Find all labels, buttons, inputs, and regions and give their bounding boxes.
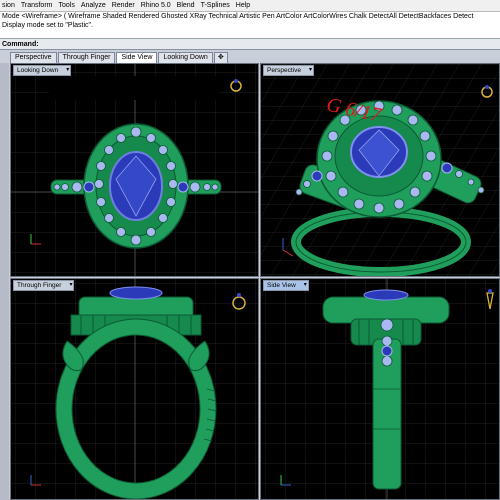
menu-item[interactable]: Tools — [56, 2, 78, 9]
menu-item[interactable]: Blend — [175, 2, 199, 9]
command-prompt[interactable]: Command: — [0, 39, 500, 50]
viewport-canvas — [261, 279, 499, 499]
menu-item[interactable]: Rhino 5.0 — [139, 2, 175, 9]
command-history: Mode <Wireframe> ( Wireframe Shaded Rend… — [0, 12, 500, 39]
viewport-side-view[interactable]: Side View ▾ — [260, 278, 500, 500]
menu-item[interactable]: Render — [110, 2, 139, 9]
viewport-label[interactable]: Perspective ▾ — [263, 65, 314, 76]
viewport-canvas — [11, 64, 258, 276]
menu-bar: sion Transform Tools Analyze Render Rhin… — [0, 0, 500, 12]
chevron-down-icon[interactable]: ▾ — [66, 66, 69, 75]
menu-item[interactable]: Help — [234, 2, 254, 9]
chevron-down-icon[interactable]: ▾ — [304, 281, 307, 290]
viewport-canvas — [11, 279, 258, 499]
viewport-tabs: Perspective Through Finger Side View Loo… — [0, 51, 500, 63]
tab-through-finger[interactable]: Through Finger — [57, 52, 116, 63]
left-toolbar — [0, 63, 9, 500]
menu-item[interactable]: Analyze — [79, 2, 110, 9]
viewport-looking-down[interactable]: Looking Down ▾ — [10, 63, 259, 277]
menu-item[interactable]: sion — [0, 2, 19, 9]
history-line: Display mode set to "Plastic". — [2, 22, 93, 29]
viewport-label[interactable]: Side View ▾ — [263, 280, 309, 291]
menu-item[interactable]: Transform — [19, 2, 57, 9]
viewport-through-finger[interactable]: Through Finger ▾ — [10, 278, 259, 500]
viewport-perspective[interactable]: Perspective ▾ G 6/17 — [260, 63, 500, 277]
chevron-down-icon[interactable]: ▾ — [309, 66, 312, 75]
add-tab-icon[interactable]: ✥ — [213, 52, 228, 63]
chevron-down-icon[interactable]: ▾ — [69, 281, 72, 290]
viewport-label[interactable]: Through Finger ▾ — [13, 280, 75, 291]
tab-perspective[interactable]: Perspective — [10, 52, 57, 63]
tab-looking-down[interactable]: Looking Down — [158, 52, 213, 63]
history-line: Mode <Wireframe> ( Wireframe Shaded Rend… — [2, 13, 474, 20]
menu-item[interactable]: T-Splines — [199, 2, 234, 9]
viewport-label[interactable]: Looking Down ▾ — [13, 65, 72, 76]
tab-side-view[interactable]: Side View — [116, 52, 158, 63]
viewport-canvas: G 6/17 — [261, 64, 499, 276]
